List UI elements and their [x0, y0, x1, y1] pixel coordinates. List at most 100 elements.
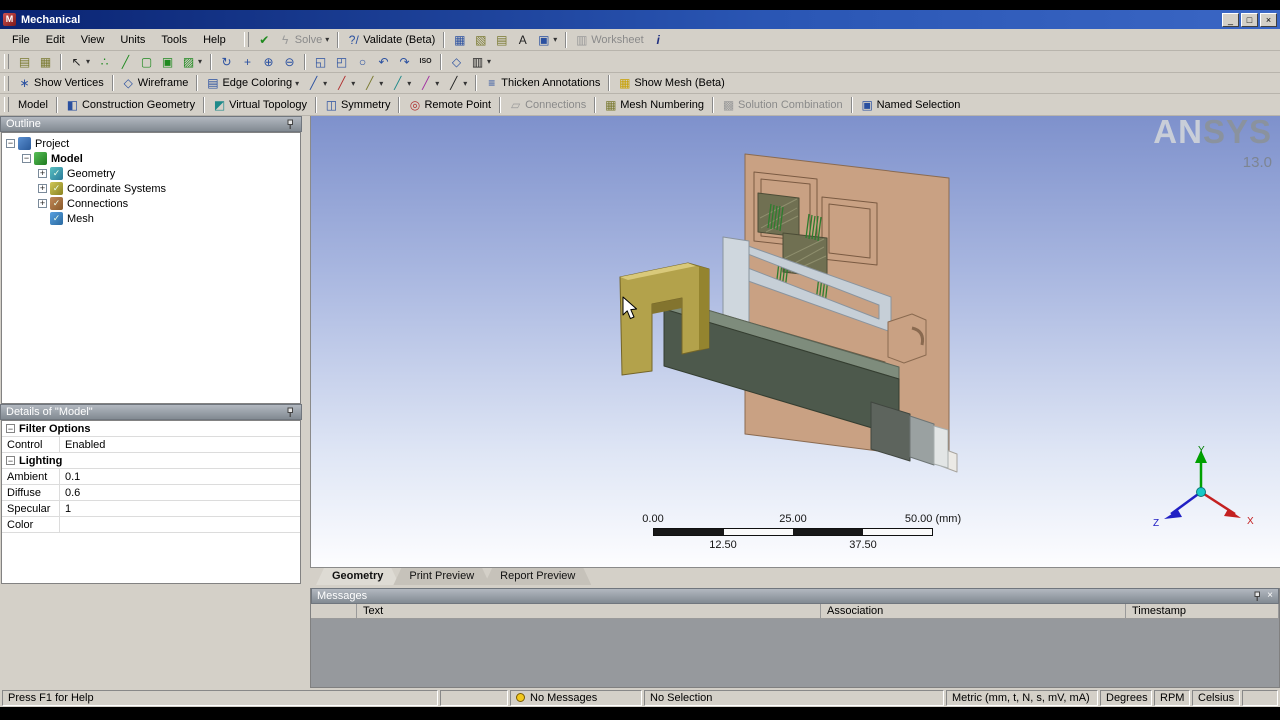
context-toolbar-button[interactable]: [499, 96, 502, 113]
toolbar-button[interactable]: [210, 53, 213, 70]
messages-column-header[interactable]: Text: [357, 604, 821, 619]
label-icon[interactable]: ▤: [14, 53, 35, 71]
thicken-annotations-button[interactable]: ≡ Thicken Annotations: [481, 74, 604, 92]
zoom-out-icon[interactable]: ⊖: [279, 53, 300, 71]
context-toolbar-button[interactable]: [594, 96, 597, 113]
menu-units[interactable]: Units: [112, 31, 153, 49]
new-chart-icon[interactable]: ▧: [470, 31, 491, 49]
solve-button[interactable]: ϟ Solve ▾: [275, 31, 334, 49]
edge-direction-blue-button[interactable]: ╱ ▾: [303, 74, 331, 92]
context-toolbar-button[interactable]: [203, 96, 206, 113]
select-edge-icon[interactable]: ╱: [115, 53, 136, 71]
context-toolbar-button[interactable]: [55, 96, 58, 113]
extend-selection-button[interactable]: ▨ ▾: [178, 53, 206, 71]
fit-icon[interactable]: ◰: [331, 53, 352, 71]
edge-direction-dark-button[interactable]: ╱ ▾: [443, 74, 471, 92]
solution-combination-button[interactable]: ▩ Solution Combination: [718, 96, 847, 114]
details-row-value[interactable]: 1: [60, 503, 300, 515]
image-capture-button[interactable]: ▣ ▾: [533, 31, 561, 49]
tree-item-geometry[interactable]: + ✓ Geometry: [2, 166, 300, 181]
solve-status-icon[interactable]: ✔: [254, 31, 275, 49]
iso-view-icon[interactable]: ISO: [415, 53, 436, 71]
details-expander-icon[interactable]: −: [6, 456, 15, 466]
menu-view[interactable]: View: [73, 31, 113, 49]
pan-icon[interactable]: +: [237, 53, 258, 71]
wireframe-button[interactable]: ◇ Wireframe: [118, 74, 193, 92]
previous-view-icon[interactable]: ↶: [373, 53, 394, 71]
symmetry-button[interactable]: ◫ Symmetry: [321, 96, 395, 114]
status-messages[interactable]: No Messages: [510, 689, 642, 706]
tab-print-preview[interactable]: Print Preview: [393, 568, 490, 585]
details-row-value[interactable]: Enabled: [60, 439, 300, 451]
tab-geometry[interactable]: Geometry: [316, 568, 399, 585]
construction-geometry-button[interactable]: ◧ Construction Geometry: [62, 96, 199, 114]
zoom-in-icon[interactable]: ⊕: [258, 53, 279, 71]
edge-coloring-button[interactable]: ▤ Edge Coloring ▾: [202, 74, 303, 92]
tree-item-coordinate-systems[interactable]: + ✓ Coordinate Systems: [2, 181, 300, 196]
messages-column-header[interactable]: Association: [821, 604, 1126, 619]
toolbar-button[interactable]: [60, 53, 62, 70]
pin-icon[interactable]: [1252, 591, 1263, 602]
tree-item-model[interactable]: − Model: [2, 151, 300, 166]
restore-button[interactable]: □: [1241, 12, 1258, 27]
annotation-icon[interactable]: A: [512, 31, 533, 49]
details-expander-icon[interactable]: −: [6, 424, 15, 434]
panel-splitter[interactable]: [302, 116, 310, 688]
context-toolbar-button[interactable]: [314, 96, 317, 113]
details-row-color[interactable]: Color: [2, 517, 300, 533]
menu-file[interactable]: File: [4, 31, 38, 49]
tree-expander-icon[interactable]: +: [38, 184, 47, 193]
details-category-lighting[interactable]: − Lighting: [2, 453, 300, 469]
tree-expander-icon[interactable]: −: [6, 139, 15, 148]
details-row-ambient[interactable]: Ambient 0.1: [2, 469, 300, 485]
minimize-button[interactable]: _: [1222, 12, 1239, 27]
toolbar-button[interactable]: [304, 53, 307, 70]
validate-button[interactable]: ?/ Validate (Beta): [343, 31, 439, 49]
toolbar-button[interactable]: [337, 31, 340, 48]
toolbar-button[interactable]: [443, 31, 446, 48]
toolbar-button[interactable]: [111, 75, 114, 91]
toolbar-button[interactable]: [440, 53, 443, 70]
next-view-icon[interactable]: ↷: [394, 53, 415, 71]
rotate-icon[interactable]: ↻: [216, 53, 237, 71]
details-row-specular[interactable]: Specular 1: [2, 501, 300, 517]
mesh-numbering-button[interactable]: ▦ Mesh Numbering: [600, 96, 708, 114]
details-category-filter-options[interactable]: − Filter Options: [2, 421, 300, 437]
details-row-diffuse[interactable]: Diffuse 0.6: [2, 485, 300, 501]
messages-column-header[interactable]: Timestamp: [1126, 604, 1279, 619]
triad-axes[interactable]: Y X Z: [1149, 442, 1261, 534]
show-vertices-button[interactable]: ∗ Show Vertices: [14, 74, 108, 92]
tree-expander-icon[interactable]: +: [38, 199, 47, 208]
tree-item-project[interactable]: − Project: [2, 136, 300, 151]
tree-item-connections[interactable]: + ✓ Connections: [2, 196, 300, 211]
details-row-control[interactable]: Control Enabled: [2, 437, 300, 453]
close-button[interactable]: ×: [1260, 12, 1277, 27]
context-toolbar-button[interactable]: [712, 96, 715, 113]
look-at-icon[interactable]: ◇: [446, 53, 467, 71]
tree-expander-icon[interactable]: [38, 214, 47, 223]
show-mesh-button[interactable]: ▦ Show Mesh (Beta): [614, 74, 728, 92]
context-toolbar-button[interactable]: [850, 96, 853, 113]
info-icon[interactable]: i: [648, 31, 669, 49]
close-icon[interactable]: ×: [1267, 591, 1273, 601]
edge-direction-cyan-button[interactable]: ╱ ▾: [387, 74, 415, 92]
tree-item-mesh[interactable]: ✓ Mesh: [2, 211, 300, 226]
messages-column-header[interactable]: [311, 604, 357, 619]
details-row-value[interactable]: 0.6: [60, 487, 300, 499]
tree-expander-icon[interactable]: −: [22, 154, 31, 163]
edge-direction-magenta-button[interactable]: ╱ ▾: [415, 74, 443, 92]
tab-report-preview[interactable]: Report Preview: [484, 568, 591, 585]
select-vertex-icon[interactable]: ∴: [94, 53, 115, 71]
model-button[interactable]: Model: [14, 97, 52, 113]
toolbar-button[interactable]: [608, 75, 611, 91]
details-row-value[interactable]: 0.1: [60, 471, 300, 483]
box-zoom-icon[interactable]: ◱: [310, 53, 331, 71]
toolbar-button[interactable]: [196, 75, 199, 91]
viewports-button[interactable]: ▥ ▾: [467, 53, 495, 71]
magnifier-icon[interactable]: ○: [352, 53, 373, 71]
toolbar-button[interactable]: [475, 75, 478, 91]
new-comment-icon[interactable]: ▤: [491, 31, 512, 49]
connections-button[interactable]: ▱ Connections: [505, 96, 590, 114]
toolbar-button[interactable]: [565, 31, 568, 48]
tree-expander-icon[interactable]: +: [38, 169, 47, 178]
